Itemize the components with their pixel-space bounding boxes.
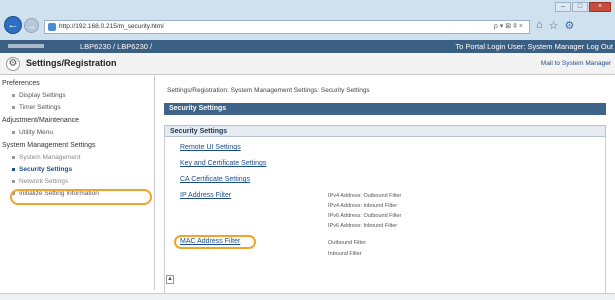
- back-arrow-icon: ←: [7, 19, 19, 31]
- window-controls: – □ ×: [555, 2, 611, 12]
- ip-filter-desc-line: IPv6 Address: Inbound Filter: [328, 223, 398, 229]
- mac-filter-desc-line: Inbound Filter: [328, 251, 362, 257]
- close-window-button[interactable]: ×: [589, 2, 611, 12]
- ip-filter-desc-line: IPv4 Address: Inbound Filter: [328, 203, 398, 209]
- sidebar-group-adjustment[interactable]: Adjustment/Maintenance: [2, 117, 79, 124]
- address-bar[interactable]: http://192.168.0.215/m_security.html ρ ▾…: [44, 20, 530, 34]
- highlight-oval-security-settings: [10, 189, 152, 205]
- product-name: LBP6230 / LBP6230 /: [80, 42, 153, 51]
- page-title: Settings/Registration: [26, 58, 117, 68]
- page-header: ⚙ Settings/Registration Mail to System M…: [0, 53, 615, 75]
- browser-chrome: – □ × ← → http://192.168.0.215/m_securit…: [0, 0, 615, 40]
- sidebar-item-network-settings[interactable]: Network Settings: [12, 178, 68, 185]
- bullet-icon: [12, 167, 15, 171]
- sidebar-item-system-management[interactable]: System Management: [12, 154, 80, 161]
- star-icon[interactable]: ☆: [549, 19, 559, 32]
- back-to-top-icon[interactable]: ▲: [166, 275, 174, 284]
- brand-logo: [8, 44, 44, 48]
- maximize-button[interactable]: □: [572, 2, 588, 12]
- settings-gear-icon: ⚙: [6, 57, 20, 71]
- ca-certificate-settings-link[interactable]: CA Certificate Settings: [180, 176, 250, 183]
- subsection-title-bar: Security Settings: [164, 125, 606, 137]
- bullet-icon: [12, 105, 15, 109]
- status-bar: [0, 293, 615, 300]
- sidebar-group-system-management[interactable]: System Management Settings: [2, 142, 95, 149]
- forward-button[interactable]: →: [24, 18, 39, 33]
- sidebar: Preferences Display Settings Timer Setti…: [0, 76, 155, 290]
- browser-toolbar-icons: ⌂ ☆ ⚙: [536, 19, 574, 32]
- sidebar-item-security-settings[interactable]: Security Settings: [12, 166, 72, 173]
- remote-ui-settings-link[interactable]: Remote UI Settings: [180, 144, 241, 151]
- bullet-icon: [12, 155, 15, 159]
- mac-filter-desc-line: Outbound Filter: [328, 240, 366, 246]
- section-title-bar: Security Settings: [164, 103, 606, 115]
- minimize-button[interactable]: –: [555, 2, 571, 12]
- ip-filter-desc-line: IPv6 Address: Outbound Filter: [328, 213, 402, 219]
- home-icon[interactable]: ⌂: [536, 19, 543, 32]
- product-bar: LBP6230 / LBP6230 / To Portal Login User…: [0, 40, 615, 53]
- forward-arrow-icon: →: [27, 21, 36, 31]
- sidebar-item-display-settings[interactable]: Display Settings: [12, 92, 66, 99]
- sidebar-item-timer-settings[interactable]: Timer Settings: [12, 104, 61, 111]
- bullet-icon: [12, 93, 15, 97]
- sidebar-item-utility-menu[interactable]: Utility Menu: [12, 129, 53, 136]
- ip-filter-desc-line: IPv4 Address: Outbound Filter: [328, 193, 402, 199]
- breadcrumb: Settings/Registration: System Management…: [167, 87, 370, 94]
- sidebar-group-preferences[interactable]: Preferences: [2, 80, 40, 87]
- site-icon: [48, 23, 56, 31]
- back-button[interactable]: ←: [4, 16, 22, 34]
- ip-address-filter-link[interactable]: IP Address Filter: [180, 192, 231, 199]
- gear-icon[interactable]: ⚙: [565, 19, 575, 32]
- key-and-certificate-settings-link[interactable]: Key and Certificate Settings: [180, 160, 266, 167]
- portal-login-links[interactable]: To Portal Login User: System Manager Log…: [455, 40, 613, 53]
- address-url: http://192.168.0.215/m_security.html: [59, 23, 164, 30]
- mail-to-system-manager-link[interactable]: Mail to System Manager: [541, 60, 611, 67]
- address-tools[interactable]: ρ ▾ ⊠ ¢ ×: [494, 21, 523, 33]
- highlight-oval-mac-address-filter: [174, 235, 256, 249]
- bullet-icon: [12, 130, 15, 134]
- bullet-icon: [12, 179, 15, 183]
